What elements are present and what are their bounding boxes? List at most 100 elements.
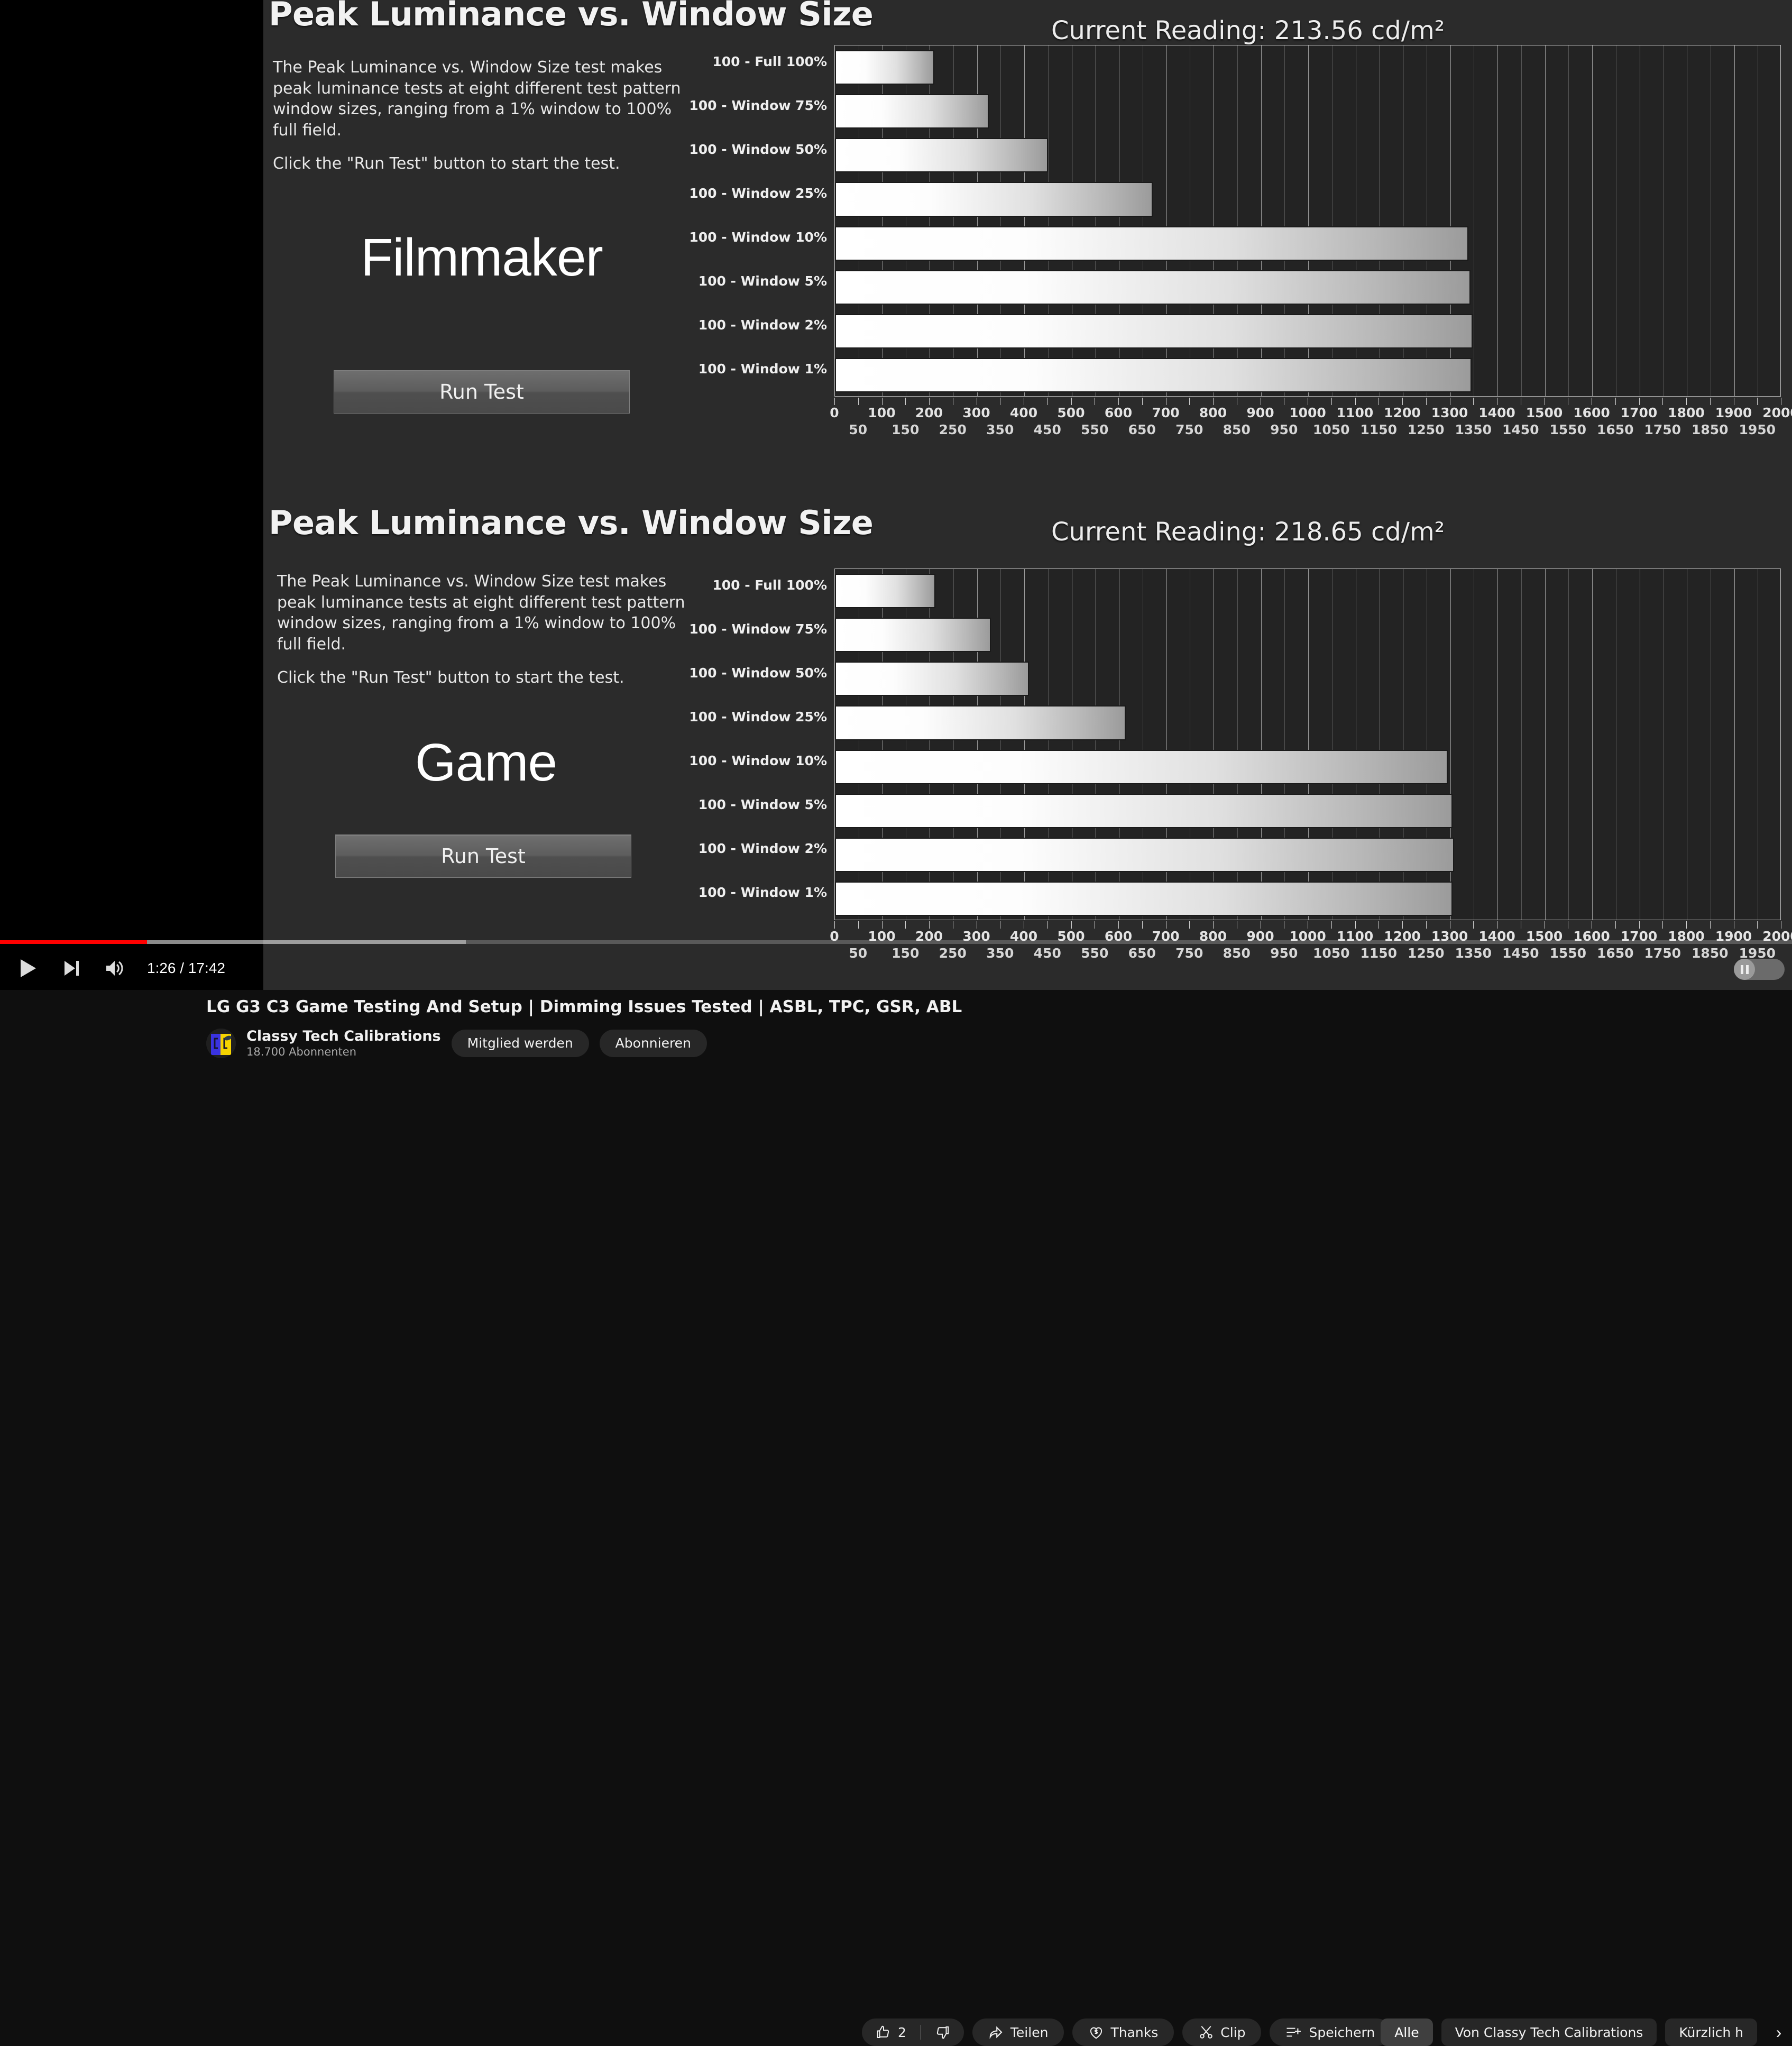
run-test-label: Run Test bbox=[439, 380, 524, 403]
like-dislike-group: 2 bbox=[862, 2019, 964, 2046]
category-label: 100 - Window 50% bbox=[689, 141, 827, 157]
bar-row bbox=[835, 574, 1780, 609]
category-label: 100 - Window 10% bbox=[689, 230, 827, 245]
axis-tick bbox=[1118, 398, 1119, 405]
axis-tick-label-minor: 950 bbox=[1270, 422, 1298, 437]
next-track-icon[interactable] bbox=[51, 948, 92, 989]
axis-tick bbox=[1686, 398, 1687, 405]
category-label: 100 - Window 1% bbox=[698, 885, 827, 901]
bar-row bbox=[835, 662, 1780, 696]
video-player[interactable]: Peak Luminance vs. Window Size Current R… bbox=[0, 0, 1792, 990]
chart-plot-area bbox=[834, 45, 1781, 397]
channel-name[interactable]: Classy Tech Calibrations bbox=[246, 1028, 441, 1044]
axis-tick-label: 2000 bbox=[1762, 405, 1792, 420]
dislike-button[interactable] bbox=[921, 2019, 964, 2046]
axis-tick bbox=[1662, 921, 1664, 929]
bar-row bbox=[835, 226, 1780, 261]
heart-dollar-icon bbox=[1088, 2024, 1104, 2040]
axis-ticks bbox=[834, 398, 1781, 405]
join-button[interactable]: Mitglied werden bbox=[451, 1029, 589, 1057]
axis-tick-label: 200 bbox=[915, 405, 943, 420]
avatar[interactable] bbox=[206, 1028, 236, 1058]
axis-tick bbox=[1473, 921, 1474, 929]
subscribe-button[interactable]: Abonnieren bbox=[599, 1029, 707, 1057]
progress-bar-scrubber[interactable] bbox=[0, 940, 1792, 944]
channel-info: Classy Tech Calibrations 18.700 Abonnent… bbox=[246, 1028, 441, 1058]
category-label: 100 - Window 25% bbox=[689, 185, 827, 201]
axis-tick bbox=[858, 921, 859, 929]
axis-tick-label-minor: 550 bbox=[1081, 422, 1109, 437]
axis-tick-label: 600 bbox=[1104, 405, 1133, 420]
axis-tick bbox=[1213, 921, 1214, 929]
description-paragraph-1: The Peak Luminance vs. Window Size test … bbox=[273, 58, 681, 140]
test-description-2: The Peak Luminance vs. Window Size test … bbox=[277, 571, 695, 689]
page-title: Peak Luminance vs. Window Size bbox=[269, 0, 874, 33]
like-count: 2 bbox=[898, 2024, 906, 2040]
run-test-label-2: Run Test bbox=[441, 845, 526, 868]
save-label: Speichern bbox=[1309, 2024, 1375, 2040]
filter-chips: Alle Von Classy Tech Calibrations Kürzli… bbox=[1381, 2019, 1792, 2046]
axis-tick bbox=[1047, 921, 1048, 929]
axis-tick-label: 900 bbox=[1246, 405, 1274, 420]
run-test-button-2[interactable]: Run Test bbox=[335, 834, 631, 878]
bar bbox=[835, 270, 1471, 305]
volume-high-icon[interactable] bbox=[94, 948, 135, 989]
axis-tick-label: 700 bbox=[1152, 405, 1180, 420]
chart-plot-area bbox=[834, 568, 1781, 920]
picture-mode-label: Filmmaker bbox=[361, 228, 603, 287]
axis-tick bbox=[1071, 398, 1072, 405]
bar-row bbox=[835, 749, 1780, 784]
axis-tick-label-minor: 450 bbox=[1033, 422, 1061, 437]
category-label: 100 - Window 5% bbox=[698, 273, 827, 289]
axis-tick-label: 1600 bbox=[1573, 405, 1610, 420]
axis-tick bbox=[1331, 398, 1332, 405]
current-reading-value: Current Reading: 213.56 cd/m² bbox=[1051, 16, 1445, 45]
axis-tick bbox=[834, 398, 835, 405]
axis-tick bbox=[1686, 921, 1687, 929]
bar bbox=[835, 50, 934, 85]
peak-luminance-chart-filmmaker: 100 - Full 100% 100 - Window 75% 100 - Win… bbox=[689, 45, 1792, 437]
axis-tick-label-minor: 750 bbox=[1175, 422, 1203, 437]
save-button[interactable]: Speichern bbox=[1270, 2019, 1391, 2046]
bar-row bbox=[835, 357, 1780, 392]
like-button[interactable]: 2 bbox=[862, 2019, 920, 2046]
axis-tick bbox=[1710, 398, 1711, 405]
chip-alle[interactable]: Alle bbox=[1381, 2019, 1433, 2046]
pause-overlay-button[interactable] bbox=[1734, 959, 1785, 980]
chip-recently-uploaded[interactable]: Kürzlich h bbox=[1665, 2019, 1757, 2046]
luminance-panel-filmmaker: Peak Luminance vs. Window Size Current R… bbox=[263, 0, 1792, 492]
axis-tick-label-minor: 850 bbox=[1223, 422, 1251, 437]
axis-tick-label: 800 bbox=[1199, 405, 1227, 420]
bar bbox=[835, 705, 1126, 740]
bar bbox=[835, 749, 1448, 784]
share-button[interactable]: Teilen bbox=[972, 2019, 1064, 2046]
axis-tick-label-minor: 1050 bbox=[1312, 422, 1350, 437]
axis-tick-label: 1500 bbox=[1526, 405, 1563, 420]
axis-ticks bbox=[834, 921, 1781, 929]
category-label: 100 - Window 2% bbox=[698, 841, 827, 857]
axis-tick bbox=[834, 921, 835, 929]
share-label: Teilen bbox=[1010, 2024, 1049, 2040]
play-icon[interactable] bbox=[7, 948, 49, 989]
thanks-button[interactable]: Thanks bbox=[1072, 2019, 1174, 2046]
axis-tick-label-minor: 650 bbox=[1128, 422, 1156, 437]
chip-from-channel[interactable]: Von Classy Tech Calibrations bbox=[1441, 2019, 1657, 2046]
axis-tick bbox=[1189, 921, 1190, 929]
axis-tick-label-minor: 1550 bbox=[1549, 422, 1587, 437]
axis-tick bbox=[1355, 398, 1356, 405]
axis-tick-label-minor: 350 bbox=[986, 422, 1014, 437]
axis-tick-label-minor: 1350 bbox=[1455, 422, 1492, 437]
clip-button[interactable]: Clip bbox=[1182, 2019, 1262, 2046]
axis-tick bbox=[1213, 398, 1214, 405]
bar bbox=[835, 357, 1472, 392]
category-label: 100 - Full 100% bbox=[712, 53, 827, 69]
axis-tick bbox=[929, 398, 930, 405]
time-display: 1:26 / 17:42 bbox=[147, 960, 225, 976]
run-test-button[interactable]: Run Test bbox=[334, 370, 630, 414]
axis-tick-label-minor: 1650 bbox=[1596, 422, 1634, 437]
axis-tick-label: 300 bbox=[962, 405, 990, 420]
axis-tick-label: 400 bbox=[1009, 405, 1038, 420]
video-title: LG G3 C3 Game Testing And Setup | Dimmin… bbox=[206, 997, 962, 1016]
chevron-right-icon[interactable]: › bbox=[1766, 2023, 1792, 2042]
axis-tick bbox=[1757, 398, 1758, 405]
